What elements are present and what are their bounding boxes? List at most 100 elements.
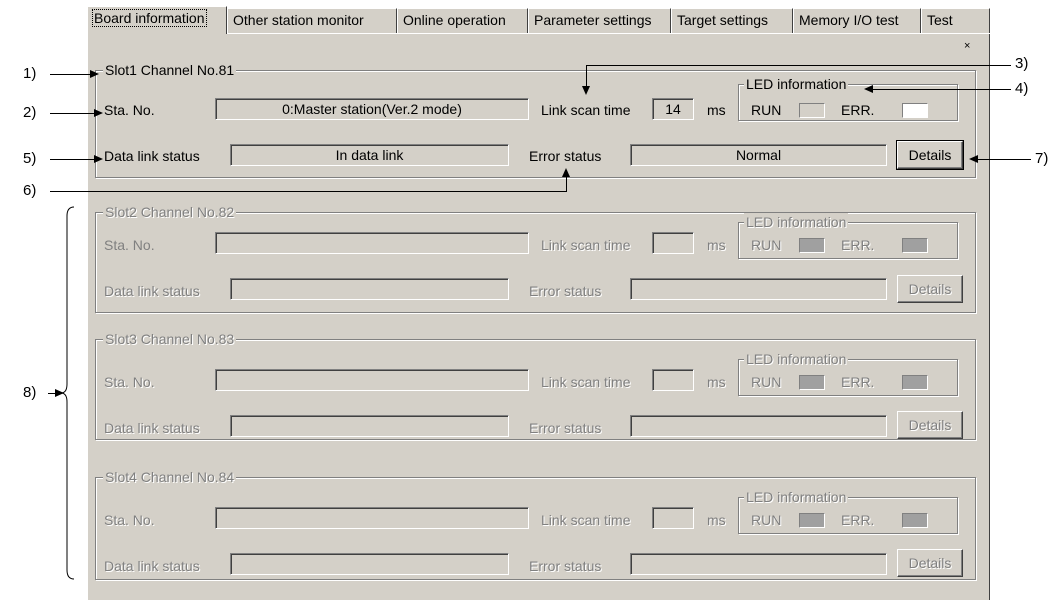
- slot3-run-label: RUN: [751, 374, 782, 390]
- slot4-link-scan-label: Link scan time: [541, 512, 631, 528]
- slot1-sta-no-label: Sta. No.: [104, 102, 155, 118]
- slot1-data-link-field: In data link: [230, 144, 509, 166]
- slot4-sta-no-field: [215, 507, 529, 529]
- callout-7-line: [977, 159, 1031, 160]
- slot2-data-link-label: Data link status: [104, 283, 200, 299]
- callout-4-line: [872, 89, 1011, 90]
- slot3-title: Slot3 Channel No.83: [103, 330, 237, 348]
- callout-6-line-h: [50, 191, 567, 192]
- slot3-link-scan-field: [652, 369, 694, 391]
- slot1-ms-label: ms: [707, 102, 726, 118]
- slot3-sta-no-field: [215, 369, 529, 391]
- slot2-details-button: Details: [897, 275, 963, 303]
- callout-4: 4): [1015, 80, 1029, 97]
- slot4-details-button: Details: [897, 549, 963, 577]
- tab-memory-io-test[interactable]: Memory I/O test: [793, 8, 921, 34]
- slot4-led-title: LED information: [744, 488, 849, 506]
- slot3-error-status-field: [630, 415, 887, 437]
- callout-5: 5): [23, 150, 37, 167]
- slot2-run-label: RUN: [751, 237, 782, 253]
- slot3-err-led: [902, 375, 928, 390]
- slot1-run-label: RUN: [751, 102, 782, 118]
- callout-3: 3): [1015, 55, 1029, 72]
- callout-1-line: [50, 74, 91, 75]
- callout-5-line: [50, 159, 95, 160]
- slot4-data-link-field: [230, 553, 509, 575]
- slot1-details-button[interactable]: Details: [896, 140, 964, 170]
- slot2-sta-no-field: [215, 232, 529, 254]
- slot2-link-scan-label: Link scan time: [541, 237, 631, 253]
- callout-3-line-v: [586, 65, 587, 87]
- slot2-error-status-label: Error status: [529, 283, 602, 299]
- slot1-err-led: [902, 103, 928, 118]
- callout-8: 8): [23, 384, 37, 401]
- tab-label: Parameter settings: [534, 12, 652, 28]
- slot2-ms-label: ms: [707, 237, 726, 253]
- slot4-err-led: [902, 513, 928, 528]
- slot2-led-title: LED information: [744, 213, 849, 231]
- callout-6-arrow: [562, 168, 570, 177]
- slot1-run-led: [799, 103, 825, 118]
- callout-2-arrow: [94, 109, 103, 117]
- slot3-details-button: Details: [897, 411, 963, 439]
- callout-2: 2): [23, 104, 37, 121]
- slot1-link-scan-label: Link scan time: [541, 102, 631, 118]
- slot2-sta-no-label: Sta. No.: [104, 237, 155, 253]
- callout-6: 6): [23, 182, 37, 199]
- slot1-data-link-label: Data link status: [104, 148, 200, 164]
- slot4-err-label: ERR.: [841, 512, 875, 528]
- tab-label: Test: [927, 12, 953, 28]
- slot2-link-scan-field: [652, 232, 694, 254]
- slot2-err-label: ERR.: [841, 237, 875, 253]
- tab-test[interactable]: Test: [921, 8, 990, 34]
- callout-2-line: [50, 113, 95, 114]
- tab-label: Other station monitor: [233, 12, 364, 28]
- slot3-led-title: LED information: [744, 350, 849, 368]
- slot1-led-title: LED information: [744, 75, 849, 93]
- slot4-run-label: RUN: [751, 512, 782, 528]
- callout-7: 7): [1035, 150, 1049, 167]
- tab-label: Memory I/O test: [799, 12, 899, 28]
- tab-online-operation[interactable]: Online operation: [397, 8, 528, 34]
- slot3-err-label: ERR.: [841, 374, 875, 390]
- slot3-ms-label: ms: [707, 374, 726, 390]
- slot4-ms-label: ms: [707, 512, 726, 528]
- slot3-sta-no-label: Sta. No.: [104, 374, 155, 390]
- callout-3-line-h: [586, 65, 1011, 66]
- tab-other-station-monitor[interactable]: Other station monitor: [227, 8, 397, 34]
- callout-5-arrow: [94, 155, 103, 163]
- slot2-run-led: [799, 238, 825, 253]
- slot2-error-status-field: [630, 278, 887, 300]
- slot3-error-status-label: Error status: [529, 420, 602, 436]
- slot1-err-label: ERR.: [841, 102, 875, 118]
- tab-label: Online operation: [403, 12, 506, 28]
- tab-parameter-settings[interactable]: Parameter settings: [528, 8, 671, 34]
- close-icon[interactable]: ×: [964, 40, 970, 52]
- slot1-link-scan-field: 14: [652, 98, 694, 120]
- slot2-data-link-field: [230, 278, 509, 300]
- callout-3-arrow: [582, 86, 590, 95]
- callout-8-brace: [60, 206, 75, 580]
- callout-1: 1): [23, 65, 37, 82]
- slot4-data-link-label: Data link status: [104, 558, 200, 574]
- slot3-data-link-label: Data link status: [104, 420, 200, 436]
- slot2-title: Slot2 Channel No.82: [103, 203, 237, 221]
- slot1-title: Slot1 Channel No.81: [103, 61, 237, 79]
- slot4-run-led: [799, 513, 825, 528]
- slot1-error-status-field: Normal: [630, 144, 887, 166]
- callout-6-line-v: [566, 176, 567, 192]
- slot4-error-status-field: [630, 553, 887, 575]
- callout-4-arrow: [864, 85, 873, 93]
- slot4-title: Slot4 Channel No.84: [103, 468, 237, 486]
- slot3-run-led: [799, 375, 825, 390]
- callout-7-arrow: [969, 155, 978, 163]
- tab-label: Board information: [92, 9, 207, 27]
- slot1-sta-no-field: 0:Master station(Ver.2 mode): [215, 98, 529, 120]
- tab-target-settings[interactable]: Target settings: [671, 8, 793, 34]
- slot4-sta-no-label: Sta. No.: [104, 512, 155, 528]
- slot4-link-scan-field: [652, 507, 694, 529]
- slot4-error-status-label: Error status: [529, 558, 602, 574]
- callout-1-arrow: [90, 70, 99, 78]
- slot1-error-status-label: Error status: [529, 148, 602, 164]
- tab-board-information[interactable]: Board information: [87, 6, 227, 34]
